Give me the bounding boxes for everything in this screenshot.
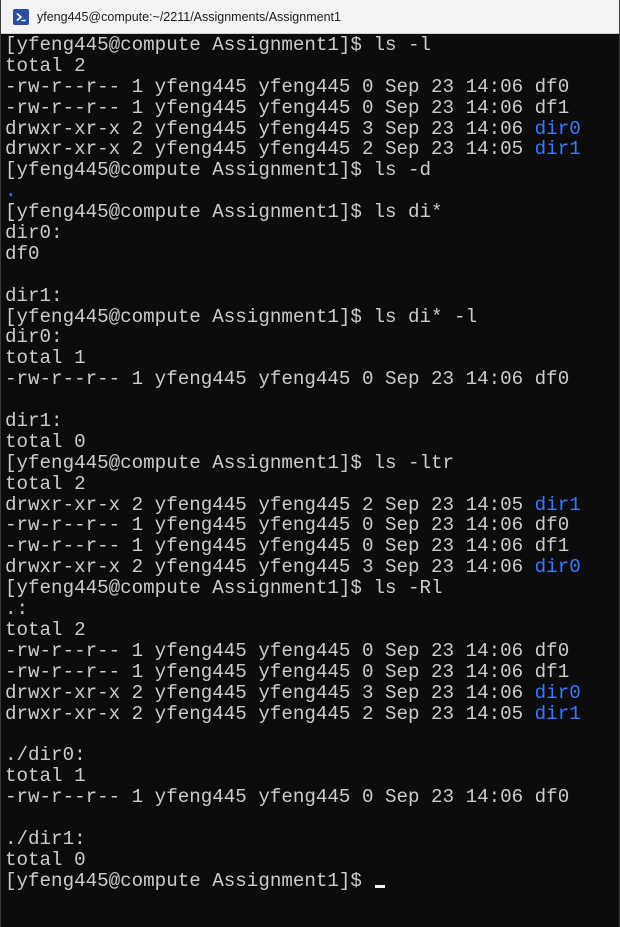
terminal-line-text: -rw-r--r-- 1 yfeng445 yfeng445 0 Sep 23 … bbox=[5, 639, 570, 662]
terminal-line-text: [yfeng445@compute Assignment1]$ ls di* bbox=[5, 201, 443, 224]
terminal-line-text: -rw-r--r-- 1 yfeng445 yfeng445 0 Sep 23 … bbox=[5, 660, 570, 683]
terminal-line-text: total 2 bbox=[5, 54, 86, 77]
terminal-line-text: dir1: bbox=[5, 410, 63, 433]
directory-name: dir1 bbox=[534, 702, 581, 725]
terminal-line: total 0 bbox=[5, 848, 619, 871]
text-cursor bbox=[375, 884, 386, 888]
terminal-line-text: dir1: bbox=[5, 284, 63, 307]
terminal-line: -rw-r--r-- 1 yfeng445 yfeng445 0 Sep 23 … bbox=[5, 536, 619, 557]
terminal-line: total 1 bbox=[5, 348, 619, 369]
terminal-line: drwxr-xr-x 2 yfeng445 yfeng445 2 Sep 23 … bbox=[5, 493, 619, 516]
terminal-line: [yfeng445@compute Assignment1]$ ls -ltr bbox=[5, 451, 619, 474]
terminal-line-text: [yfeng445@compute Assignment1]$ ls di* -… bbox=[5, 305, 478, 328]
window-title: yfeng445@compute:~/2211/Assignments/Assi… bbox=[37, 9, 341, 24]
terminal-line: [yfeng445@compute Assignment1]$ ls -d bbox=[5, 160, 619, 181]
terminal-line-text: total 0 bbox=[5, 848, 86, 871]
terminal-line: -rw-r--r-- 1 yfeng445 yfeng445 0 Sep 23 … bbox=[5, 660, 619, 683]
terminal-line: -rw-r--r-- 1 yfeng445 yfeng445 0 Sep 23 … bbox=[5, 515, 619, 536]
terminal-line-text: total 0 bbox=[5, 430, 86, 453]
terminal-line-text: .: bbox=[5, 598, 29, 621]
terminal-line-text: drwxr-xr-x 2 yfeng445 yfeng445 2 Sep 23 … bbox=[5, 493, 535, 516]
terminal-output[interactable]: [yfeng445@compute Assignment1]$ ls -l tot… bbox=[5, 35, 619, 927]
terminal-line: -rw-r--r-- 1 yfeng445 yfeng445 0 Sep 23 … bbox=[5, 787, 619, 808]
terminal-line-text: [yfeng445@compute Assignment1]$ ls -Rl bbox=[5, 577, 443, 600]
terminal-line: [yfeng445@compute Assignment1]$ bbox=[5, 869, 619, 892]
terminal-line-text: dir0: bbox=[5, 222, 63, 245]
terminal-line: [yfeng445@compute Assignment1]$ ls -l bbox=[5, 35, 619, 56]
terminal-line-text: -rw-r--r-- 1 yfeng445 yfeng445 0 Sep 23 … bbox=[5, 786, 570, 809]
terminal-line: -rw-r--r-- 1 yfeng445 yfeng445 0 Sep 23 … bbox=[5, 369, 619, 390]
terminal-line-text: total 2 bbox=[5, 618, 86, 641]
terminal-line-text: -rw-r--r-- 1 yfeng445 yfeng445 0 Sep 23 … bbox=[5, 368, 570, 391]
terminal-line-text: drwxr-xr-x 2 yfeng445 yfeng445 2 Sep 23 … bbox=[5, 702, 535, 725]
terminal-line: total 2 bbox=[5, 618, 619, 641]
terminal-line: drwxr-xr-x 2 yfeng445 yfeng445 3 Sep 23 … bbox=[5, 557, 619, 578]
terminal-line-text: -rw-r--r-- 1 yfeng445 yfeng445 0 Sep 23 … bbox=[5, 75, 535, 98]
file-name: df0 bbox=[534, 75, 570, 98]
terminal-icon bbox=[13, 8, 29, 25]
terminal-line: dir1: bbox=[5, 284, 619, 307]
terminal-line-text: ./dir0: bbox=[5, 744, 86, 767]
terminal-line-text: df0 bbox=[5, 242, 40, 265]
terminal-line: drwxr-xr-x 2 yfeng445 yfeng445 2 Sep 23 … bbox=[5, 702, 619, 725]
terminal-line-text: [yfeng445@compute Assignment1]$ bbox=[5, 869, 374, 892]
terminal-line: total 2 bbox=[5, 54, 619, 77]
directory-name: dir0 bbox=[534, 117, 581, 140]
terminal-line-text: drwxr-xr-x 2 yfeng445 yfeng445 3 Sep 23 … bbox=[5, 556, 535, 579]
terminal-line: df0 bbox=[5, 242, 619, 265]
terminal-line-text: total 1 bbox=[5, 347, 86, 370]
terminal-line: dir0: bbox=[5, 223, 619, 244]
terminal-line: total 0 bbox=[5, 430, 619, 453]
terminal-line: ./dir1: bbox=[5, 827, 619, 850]
terminal-line: total 2 bbox=[5, 472, 619, 495]
terminal-line: dir1: bbox=[5, 411, 619, 432]
terminal-line: [yfeng445@compute Assignment1]$ ls di* bbox=[5, 202, 619, 223]
terminal-line: drwxr-xr-x 2 yfeng445 yfeng445 2 Sep 23 … bbox=[5, 139, 619, 160]
directory-name: dir1 bbox=[534, 493, 581, 516]
terminal-line-text: -rw-r--r-- 1 yfeng445 yfeng445 0 Sep 23 … bbox=[5, 535, 570, 558]
title-bar[interactable]: yfeng445@compute:~/2211/Assignments/Assi… bbox=[1, 0, 619, 34]
terminal-line-text: [yfeng445@compute Assignment1]$ ls -ltr bbox=[5, 451, 455, 474]
terminal-line-text: -rw-r--r-- 1 yfeng445 yfeng445 0 Sep 23 … bbox=[5, 514, 570, 537]
terminal-line-text: [yfeng445@compute Assignment1]$ ls -l bbox=[5, 35, 432, 56]
terminal-line: -rw-r--r-- 1 yfeng445 yfeng445 0 Sep 23 … bbox=[5, 75, 619, 98]
terminal-line-text: drwxr-xr-x 2 yfeng445 yfeng445 3 Sep 23 … bbox=[5, 117, 535, 140]
terminal-line-text: dir0: bbox=[5, 326, 63, 349]
terminal-line-text: ./dir1: bbox=[5, 827, 86, 850]
directory-name: . bbox=[5, 180, 17, 203]
terminal-window: yfeng445@compute:~/2211/Assignments/Assi… bbox=[0, 0, 620, 927]
terminal-line: [yfeng445@compute Assignment1]$ ls di* -… bbox=[5, 305, 619, 328]
terminal-line-text: total 1 bbox=[5, 765, 86, 788]
terminal-line-text: drwxr-xr-x 2 yfeng445 yfeng445 2 Sep 23 … bbox=[5, 138, 535, 161]
terminal-line: .: bbox=[5, 599, 619, 620]
terminal-line-text: drwxr-xr-x 2 yfeng445 yfeng445 3 Sep 23 … bbox=[5, 681, 535, 704]
terminal-line: drwxr-xr-x 2 yfeng445 yfeng445 3 Sep 23 … bbox=[5, 117, 619, 140]
terminal-line: drwxr-xr-x 2 yfeng445 yfeng445 3 Sep 23 … bbox=[5, 681, 619, 704]
terminal-line: -rw-r--r-- 1 yfeng445 yfeng445 0 Sep 23 … bbox=[5, 639, 619, 662]
terminal-line-text: [yfeng445@compute Assignment1]$ ls -d bbox=[5, 159, 432, 182]
terminal-line: dir0: bbox=[5, 327, 619, 348]
directory-name: dir1 bbox=[534, 138, 581, 161]
terminal-line: [yfeng445@compute Assignment1]$ ls -Rl bbox=[5, 578, 619, 599]
terminal-line-text: -rw-r--r-- 1 yfeng445 yfeng445 0 Sep 23 … bbox=[5, 96, 570, 119]
directory-name: dir0 bbox=[534, 556, 581, 579]
directory-name: dir0 bbox=[534, 681, 581, 704]
terminal-line: -rw-r--r-- 1 yfeng445 yfeng445 0 Sep 23 … bbox=[5, 96, 619, 119]
terminal-line-text: total 2 bbox=[5, 472, 86, 495]
terminal-line: ./dir0: bbox=[5, 745, 619, 766]
terminal-line: . bbox=[5, 181, 619, 202]
terminal-line: total 1 bbox=[5, 766, 619, 787]
